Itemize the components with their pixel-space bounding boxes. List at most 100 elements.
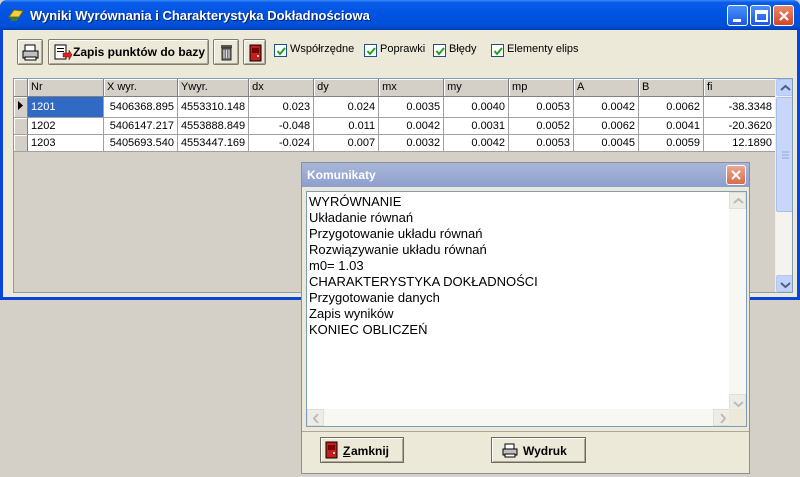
checkbox-wspolrzedne[interactable] — [274, 44, 287, 57]
table-cell[interactable]: 0.0042 — [573, 96, 639, 118]
printer-icon — [22, 44, 39, 61]
memo-scroll-left-button[interactable] — [307, 409, 324, 426]
table-cell[interactable]: 0.0031 — [443, 117, 510, 135]
table-cell[interactable]: 0.0052 — [508, 117, 575, 135]
column-header[interactable]: X wyr. — [103, 79, 178, 97]
message-line: CHARAKTERYSTYKA DOKŁADNOŚCI — [309, 274, 538, 289]
table-cell[interactable]: 0.023 — [248, 96, 315, 118]
printer-icon — [502, 443, 518, 458]
scroll-down-button[interactable] — [776, 275, 792, 292]
message-line: KONIEC OBLICZEŃ — [309, 322, 428, 337]
table-row[interactable]: 1201 5406368.895 4553310.148 0.023 0.024… — [14, 96, 777, 118]
table-cell[interactable]: -20.3620 — [703, 117, 777, 135]
close-icon — [731, 170, 741, 180]
table-cell[interactable]: 0.007 — [313, 134, 380, 152]
column-header[interactable]: Nr — [27, 79, 104, 97]
table-cell[interactable]: 1203 — [27, 134, 104, 152]
message-line: Zapis wyników — [309, 306, 394, 321]
chevron-left-icon — [312, 413, 319, 424]
door-exit-icon — [325, 441, 338, 459]
table-cell[interactable]: 0.0035 — [378, 96, 445, 118]
table-cell[interactable]: 1201 — [27, 96, 104, 118]
exit-button[interactable] — [243, 39, 266, 65]
table-cell[interactable]: 5406147.217 — [103, 117, 178, 135]
dialog-divider — [302, 431, 749, 432]
column-header[interactable]: dy — [313, 79, 380, 97]
memo-scroll-up-button[interactable] — [729, 192, 746, 209]
trash-icon — [221, 45, 232, 61]
table-cell[interactable]: 0.0045 — [573, 134, 639, 152]
message-line: Rozwiązywanie układu równań — [309, 242, 487, 257]
table-cell[interactable]: 4553310.148 — [177, 96, 250, 118]
column-header[interactable]: mx — [378, 79, 445, 97]
table-cell[interactable]: 4553447.169 — [177, 134, 250, 152]
check-icon — [276, 47, 286, 56]
column-header[interactable]: Ywyr. — [177, 79, 250, 97]
table-cell[interactable]: 0.0042 — [378, 117, 445, 135]
column-header[interactable]: my — [443, 79, 510, 97]
check-icon — [493, 47, 503, 56]
close-dialog-button[interactable]: Z amknij — [320, 437, 404, 463]
table-cell[interactable]: -0.024 — [248, 134, 315, 152]
checkbox-bledy[interactable] — [433, 44, 446, 57]
table-row[interactable]: 1203 5405693.540 4553447.169 -0.024 0.00… — [14, 134, 777, 152]
save-db-icon — [54, 44, 72, 61]
table-cell[interactable]: 1202 — [27, 117, 104, 135]
table-row[interactable]: 1202 5406147.217 4553888.849 -0.048 0.01… — [14, 117, 777, 135]
column-header[interactable]: mp — [508, 79, 575, 97]
table-cell[interactable]: 0.0062 — [573, 117, 639, 135]
message-line: WYRÓWNANIE — [309, 194, 402, 209]
memo-vertical-scrollbar[interactable] — [729, 192, 746, 411]
print-button[interactable] — [17, 39, 43, 65]
close-window-button[interactable] — [773, 5, 794, 26]
column-header[interactable]: dx — [248, 79, 315, 97]
grid-vertical-scrollbar[interactable] — [775, 79, 792, 292]
scroll-thumb[interactable] — [776, 97, 792, 212]
messages-dialog: Komunikaty WYRÓWNANIE Układanie równań P… — [301, 162, 750, 474]
dialog-close-button[interactable] — [726, 165, 746, 185]
row-indicator — [14, 134, 28, 152]
memo-scroll-right-button[interactable] — [713, 409, 730, 426]
table-cell[interactable]: 0.011 — [313, 117, 380, 135]
print-report-button[interactable]: Wydruk — [491, 437, 586, 463]
table-cell[interactable]: 0.0042 — [443, 134, 510, 152]
table-cell[interactable]: 0.0059 — [638, 134, 704, 152]
checkbox-elementy-elips[interactable] — [491, 44, 504, 57]
table-cell[interactable]: 0.0040 — [443, 96, 510, 118]
delete-button[interactable] — [213, 39, 239, 65]
column-header[interactable]: fi — [703, 79, 777, 97]
table-cell[interactable]: 0.024 — [313, 96, 380, 118]
messages-memo[interactable]: WYRÓWNANIE Układanie równań Przygotowani… — [306, 191, 747, 427]
app-icon — [8, 9, 24, 21]
table-cell[interactable]: 0.0041 — [638, 117, 704, 135]
table-cell[interactable]: 5406368.895 — [103, 96, 178, 118]
window-title: Wyniki Wyrównania i Charakterystyka Dokł… — [30, 8, 370, 23]
checkbox-poprawki[interactable] — [364, 44, 377, 57]
save-points-button[interactable]: Zapis punktów do bazy — [48, 39, 209, 65]
table-cell[interactable]: 0.0053 — [508, 134, 575, 152]
table-cell[interactable]: 5405693.540 — [103, 134, 178, 152]
table-cell[interactable]: 0.0062 — [638, 96, 704, 118]
table-cell[interactable]: 4553888.849 — [177, 117, 250, 135]
maximize-button[interactable] — [750, 5, 771, 26]
table-cell[interactable]: 12.1890 — [703, 134, 777, 152]
chevron-up-icon — [780, 84, 791, 91]
title-bar[interactable]: Wyniki Wyrównania i Charakterystyka Dokł… — [0, 0, 800, 30]
close-dialog-label: amknij — [351, 444, 390, 458]
scroll-up-button[interactable] — [776, 79, 792, 96]
table-cell[interactable]: -38.3348 — [703, 96, 777, 118]
door-exit-icon — [249, 44, 262, 62]
row-indicator — [14, 96, 28, 118]
messages-list: WYRÓWNANIE Układanie równań Przygotowani… — [309, 194, 538, 338]
dialog-title-bar[interactable]: Komunikaty — [302, 163, 749, 187]
table-cell[interactable]: 0.0053 — [508, 96, 575, 118]
table-cell[interactable]: 0.0032 — [378, 134, 445, 152]
column-header[interactable]: A — [573, 79, 639, 97]
check-icon — [435, 47, 445, 56]
message-line: Przygotowanie układu równań — [309, 226, 483, 241]
column-header[interactable]: B — [638, 79, 704, 97]
table-cell[interactable]: -0.048 — [248, 117, 315, 135]
minimize-button[interactable] — [727, 5, 748, 26]
memo-horizontal-scrollbar[interactable] — [307, 409, 730, 426]
current-row-arrow-icon — [18, 100, 23, 110]
